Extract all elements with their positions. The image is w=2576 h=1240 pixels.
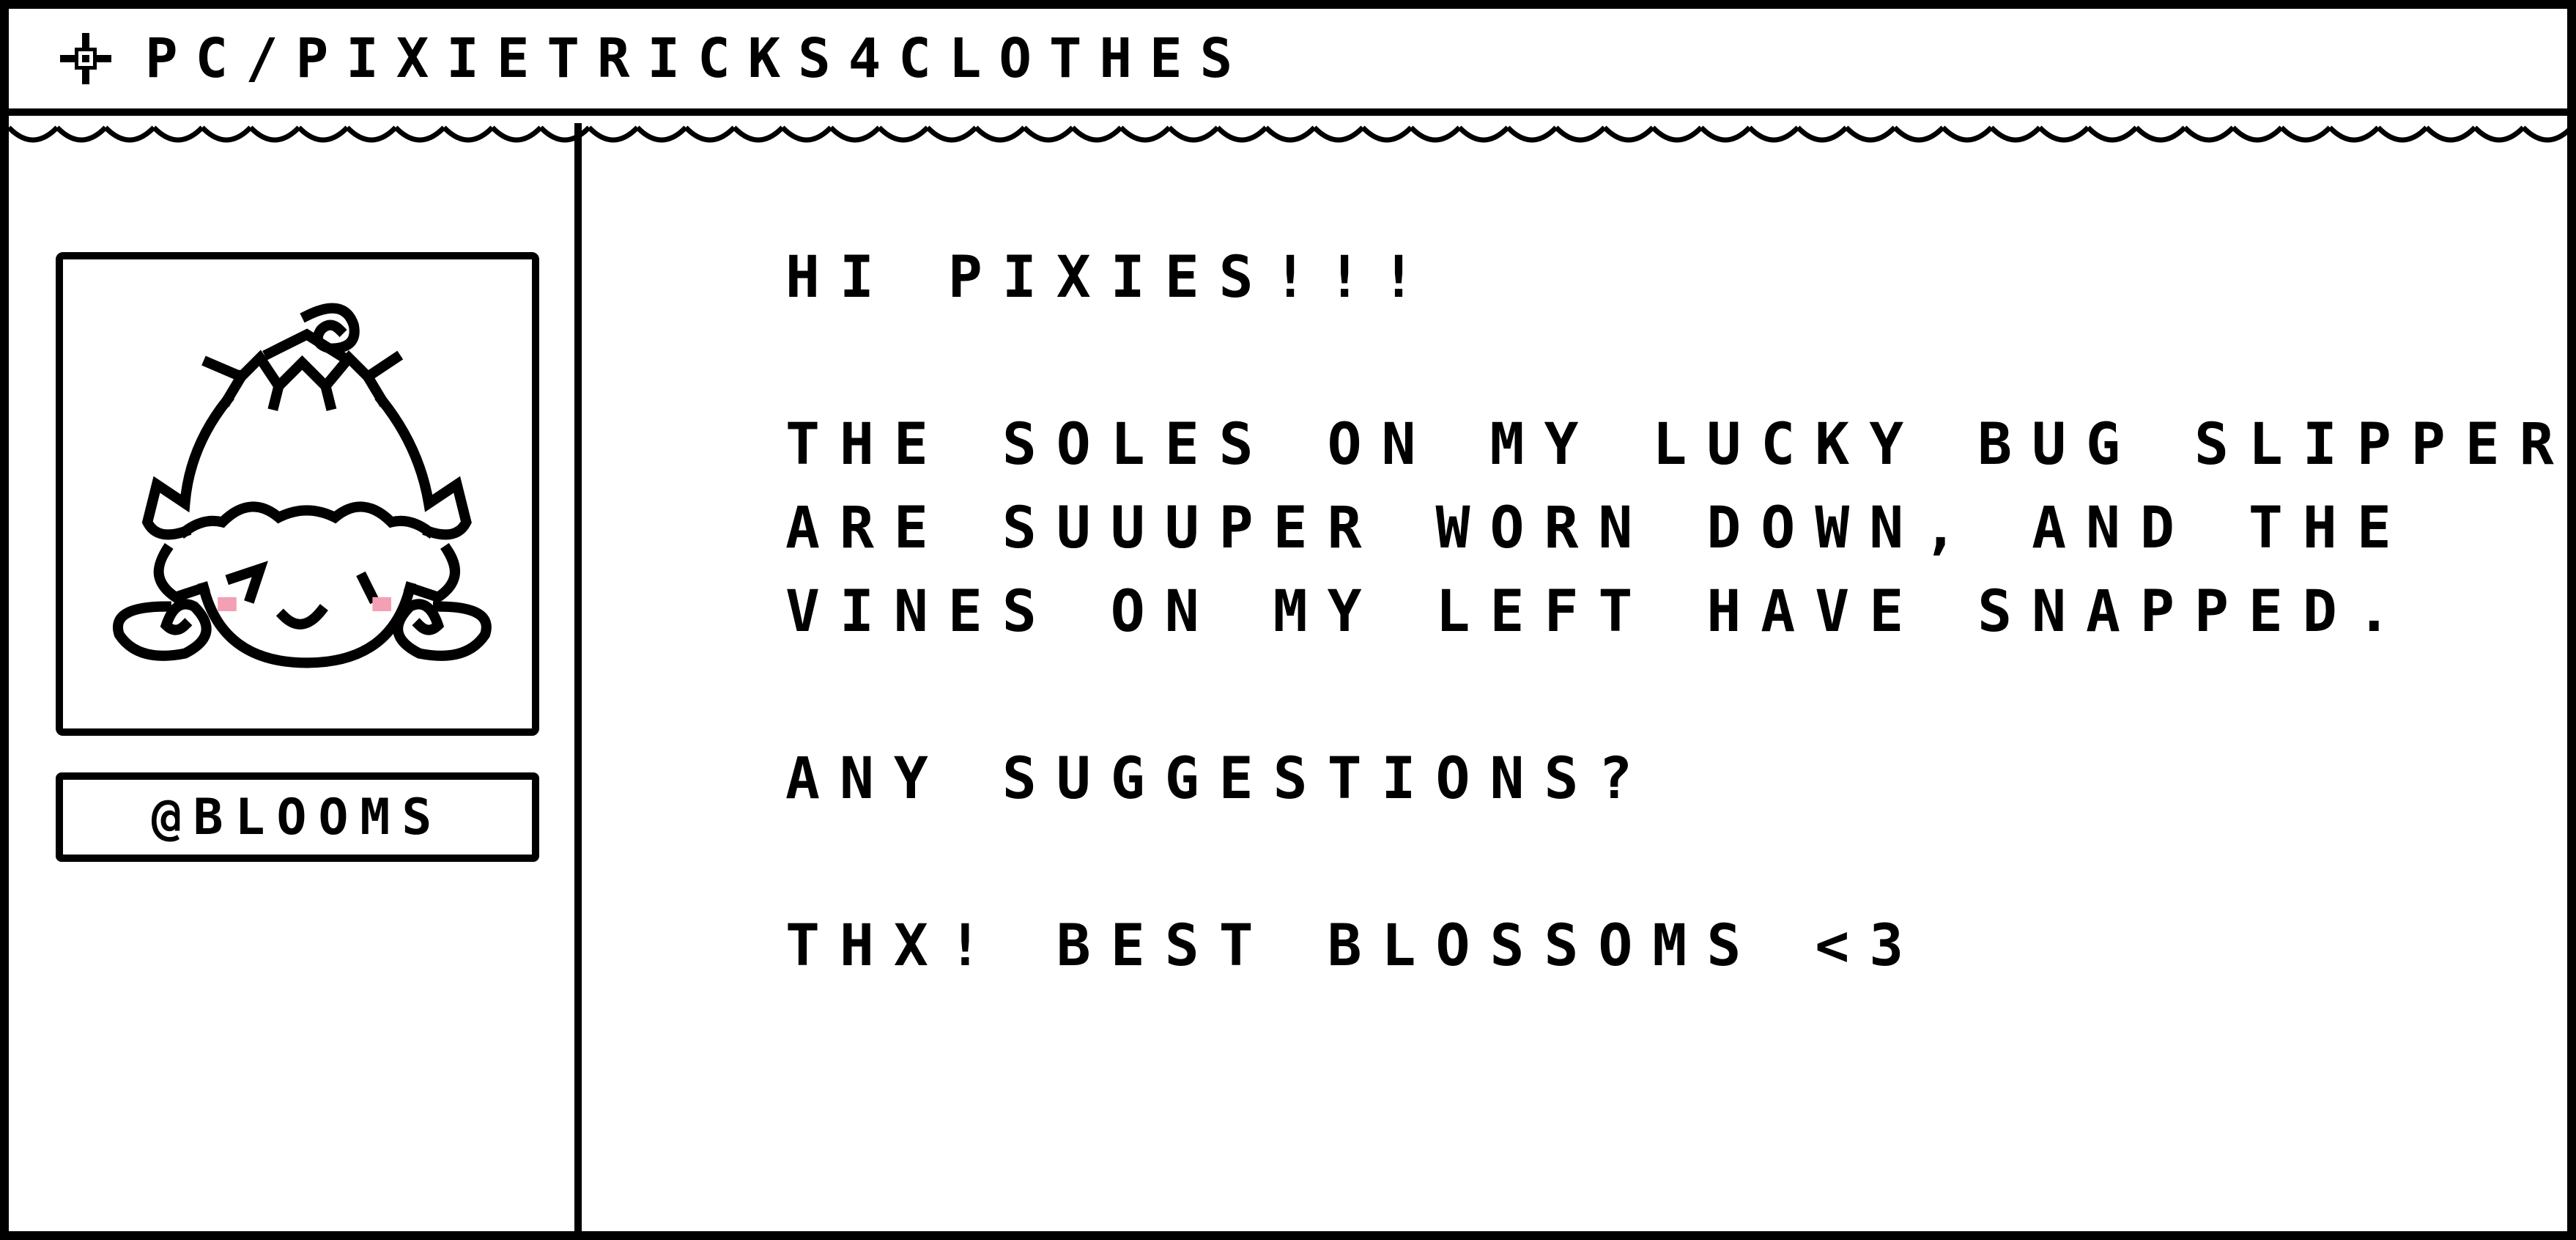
signoff-text: THX! BEST BLOSSOMS <3 bbox=[785, 913, 1924, 979]
body-line: ARE SUUUPER WORN DOWN, AND THE bbox=[785, 495, 2411, 561]
message-window: PC/PIXIETRICKS4CLOTHES @BLOOMS HI PIXIES… bbox=[0, 0, 2576, 1240]
avatar[interactable] bbox=[56, 252, 539, 736]
body-line: VINES ON MY LEFT HAVE SNAPPED. bbox=[785, 579, 2411, 645]
greeting-text: HI PIXIES!!! bbox=[785, 245, 1436, 311]
username-badge[interactable]: @BLOOMS bbox=[56, 772, 539, 862]
message-body: HI PIXIES!!! THE SOLES ON MY LUCKY BUG S… bbox=[785, 236, 2576, 988]
pixie-avatar-icon bbox=[113, 303, 492, 668]
sparkle-icon bbox=[60, 33, 111, 84]
sidebar: @BLOOMS bbox=[9, 123, 582, 1231]
title-bar: PC/PIXIETRICKS4CLOTHES bbox=[9, 9, 2567, 116]
window-title: PC/PIXIETRICKS4CLOTHES bbox=[145, 27, 1251, 90]
question-text: ANY SUGGESTIONS? bbox=[785, 746, 1653, 812]
body-line: THE SOLES ON MY LUCKY BUG SLIPPERS bbox=[785, 412, 2576, 478]
